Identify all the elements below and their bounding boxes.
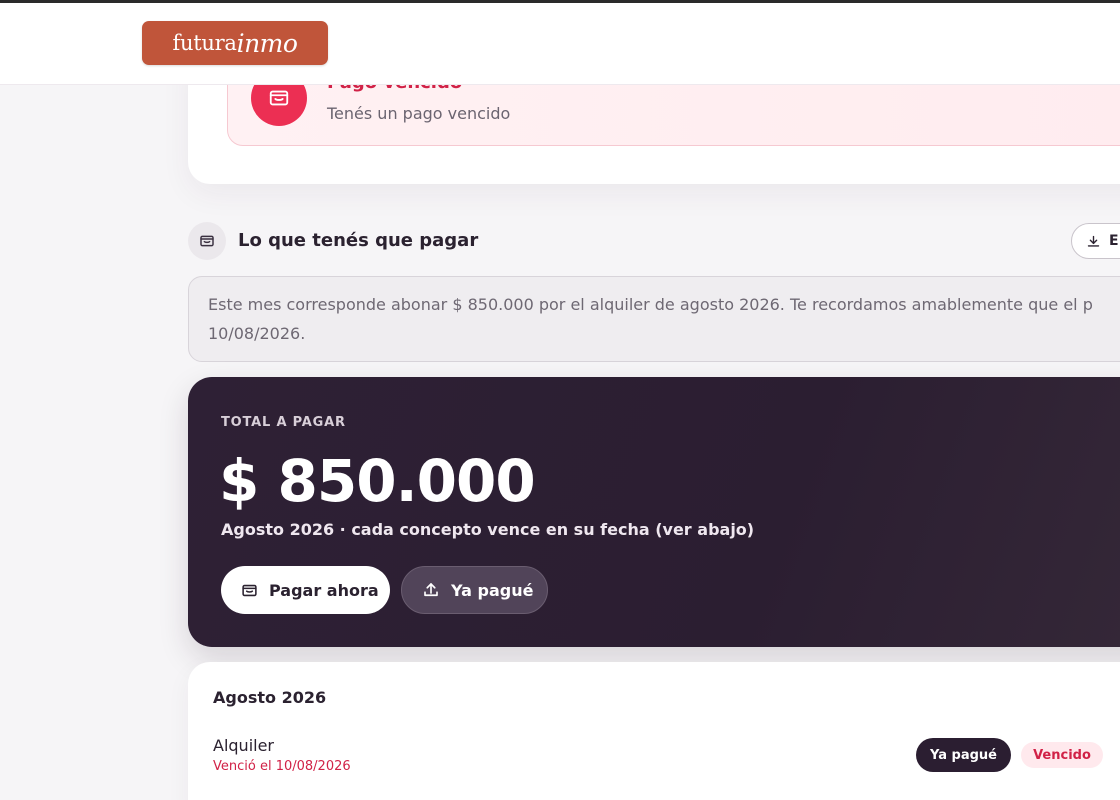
futurainmo-logo[interactable]: futura inmo <box>142 21 328 65</box>
already-paid-label: Ya pagué <box>451 580 534 600</box>
total-label: TOTAL A PAGAR <box>221 415 346 430</box>
logo-text-inmo: inmo <box>236 28 298 58</box>
total-amount: $ 850.000 <box>219 447 536 515</box>
pay-now-button[interactable]: Pagar ahora <box>221 566 390 614</box>
payment-info-line-1: Este mes corresponde abonar $ 850.000 po… <box>208 295 1093 314</box>
pay-now-label: Pagar ahora <box>269 580 379 600</box>
status-badge: Vencido <box>1021 742 1103 768</box>
already-paid-button[interactable]: Ya pagué <box>401 566 548 614</box>
payment-info-line-2: 10/08/2026. <box>208 324 306 343</box>
wallet-icon <box>241 582 258 599</box>
section-title: Lo que tenés que pagar <box>238 230 479 251</box>
export-button[interactable]: E <box>1071 223 1120 259</box>
wallet-icon <box>188 222 226 260</box>
export-button-label: E <box>1109 233 1119 249</box>
logo-text-futura: futura <box>172 31 237 55</box>
top-header: futura inmo <box>0 3 1120 85</box>
concept-already-paid-button[interactable]: Ya pagué <box>916 738 1011 772</box>
alert-message: Tenés un pago vencido <box>327 104 511 123</box>
concept-name: Alquiler <box>213 736 274 755</box>
payment-info-text: Este mes corresponde abonar $ 850.000 po… <box>208 290 1120 348</box>
total-subtitle: Agosto 2026 · cada concepto vence en su … <box>221 520 755 539</box>
upload-icon <box>422 581 440 599</box>
concept-due-date: Venció el 10/08/2026 <box>213 759 351 774</box>
month-title: Agosto 2026 <box>213 688 327 707</box>
month-detail-card <box>188 662 1120 800</box>
download-icon <box>1086 234 1101 249</box>
